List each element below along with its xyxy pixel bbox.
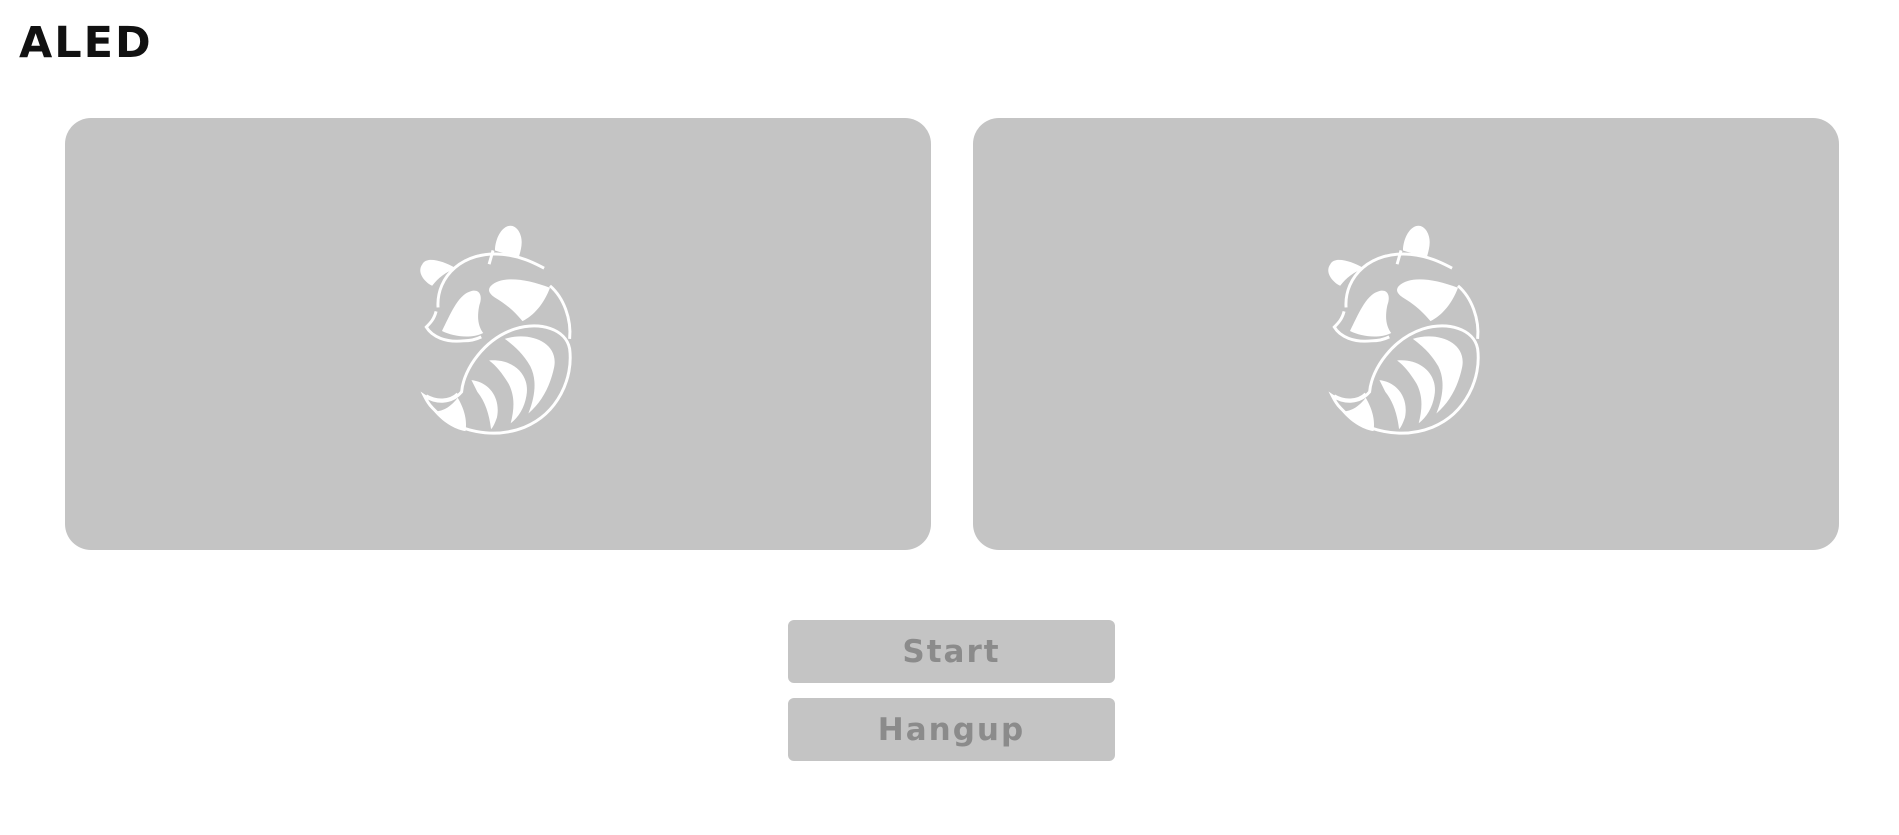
raccoon-icon [418, 224, 572, 435]
start-button[interactable]: Start [788, 620, 1115, 683]
remote-video [973, 118, 1839, 550]
app-title: ALED [19, 18, 153, 68]
raccoon-icon [1326, 224, 1480, 435]
local-video [65, 118, 931, 550]
hangup-button[interactable]: Hangup [788, 698, 1115, 761]
